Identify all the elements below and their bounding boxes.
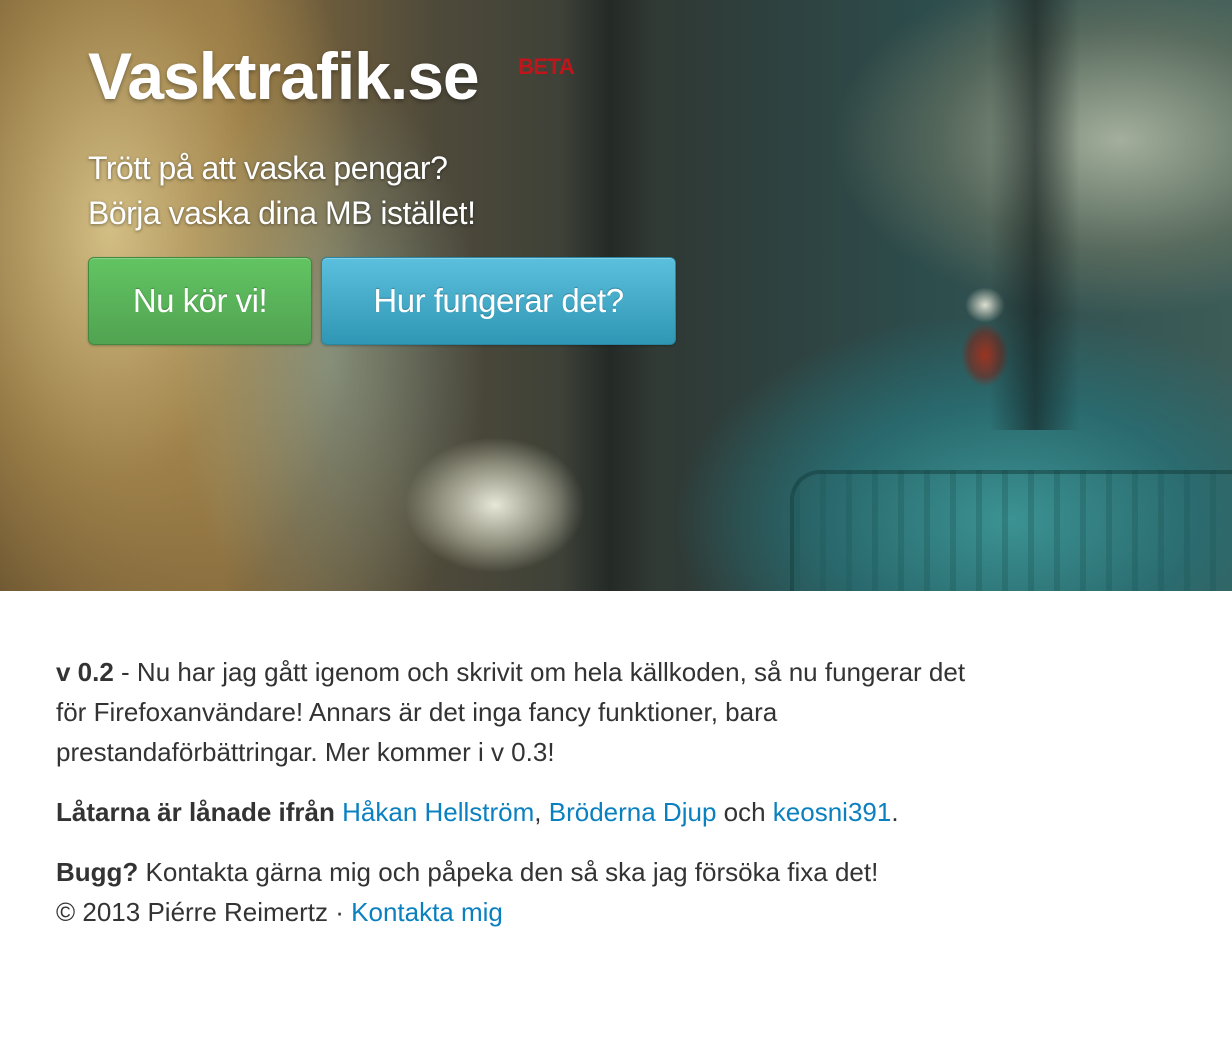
site-logo[interactable]: Vasktrafik.se: [88, 36, 480, 116]
copyright-text: © 2013 Piérre Reimertz ·: [56, 897, 352, 927]
songs-separator-2: och: [716, 797, 773, 827]
link-broderna-djup[interactable]: Bröderna Djup: [549, 797, 717, 827]
bug-label: Bugg?: [56, 857, 139, 887]
logo-row: Vasktrafik.se BETA: [88, 36, 676, 116]
version-text: - Nu har jag gått igenom och skrivit om …: [56, 657, 966, 767]
how-it-works-button[interactable]: Hur fungerar det?: [321, 257, 676, 345]
start-button[interactable]: Nu kör vi!: [88, 257, 312, 345]
contact-link[interactable]: Kontakta mig: [351, 897, 503, 927]
version-label: v 0.2: [56, 657, 114, 687]
hero-background-bus-grille: [790, 470, 1232, 591]
songs-end: .: [891, 797, 899, 827]
bug-report: Bugg? Kontakta gärna mig och påpeka den …: [56, 852, 996, 892]
footer-copyright: © 2013 Piérre Reimertz · Kontakta mig: [56, 892, 996, 932]
songs-separator-1: ,: [534, 797, 549, 827]
songs-credit: Låtarna är lånade ifrån Håkan Hellström,…: [56, 792, 996, 832]
version-note: v 0.2 - Nu har jag gått igenom och skriv…: [56, 652, 996, 772]
tagline: Trött på att vaska pengar? Börja vaska d…: [88, 146, 676, 236]
hero-content: Vasktrafik.se BETA Trött på att vaska pe…: [88, 36, 676, 345]
hero-buttons: Nu kör vi! Hur fungerar det?: [88, 257, 676, 345]
songs-label: Låtarna är lånade ifrån: [56, 797, 335, 827]
hero-banner: Vasktrafik.se BETA Trött på att vaska pe…: [0, 0, 1232, 591]
tagline-line-2: Börja vaska dina MB istället!: [88, 195, 476, 231]
link-keosni391[interactable]: keosni391: [773, 797, 892, 827]
main-content: v 0.2 - Nu har jag gått igenom och skriv…: [56, 652, 996, 932]
link-hakan-hellstrom[interactable]: Håkan Hellström: [342, 797, 534, 827]
bug-text: Kontakta gärna mig och påpeka den så ska…: [138, 857, 879, 887]
beta-badge: BETA: [518, 54, 575, 79]
tagline-line-1: Trött på att vaska pengar?: [88, 150, 448, 186]
